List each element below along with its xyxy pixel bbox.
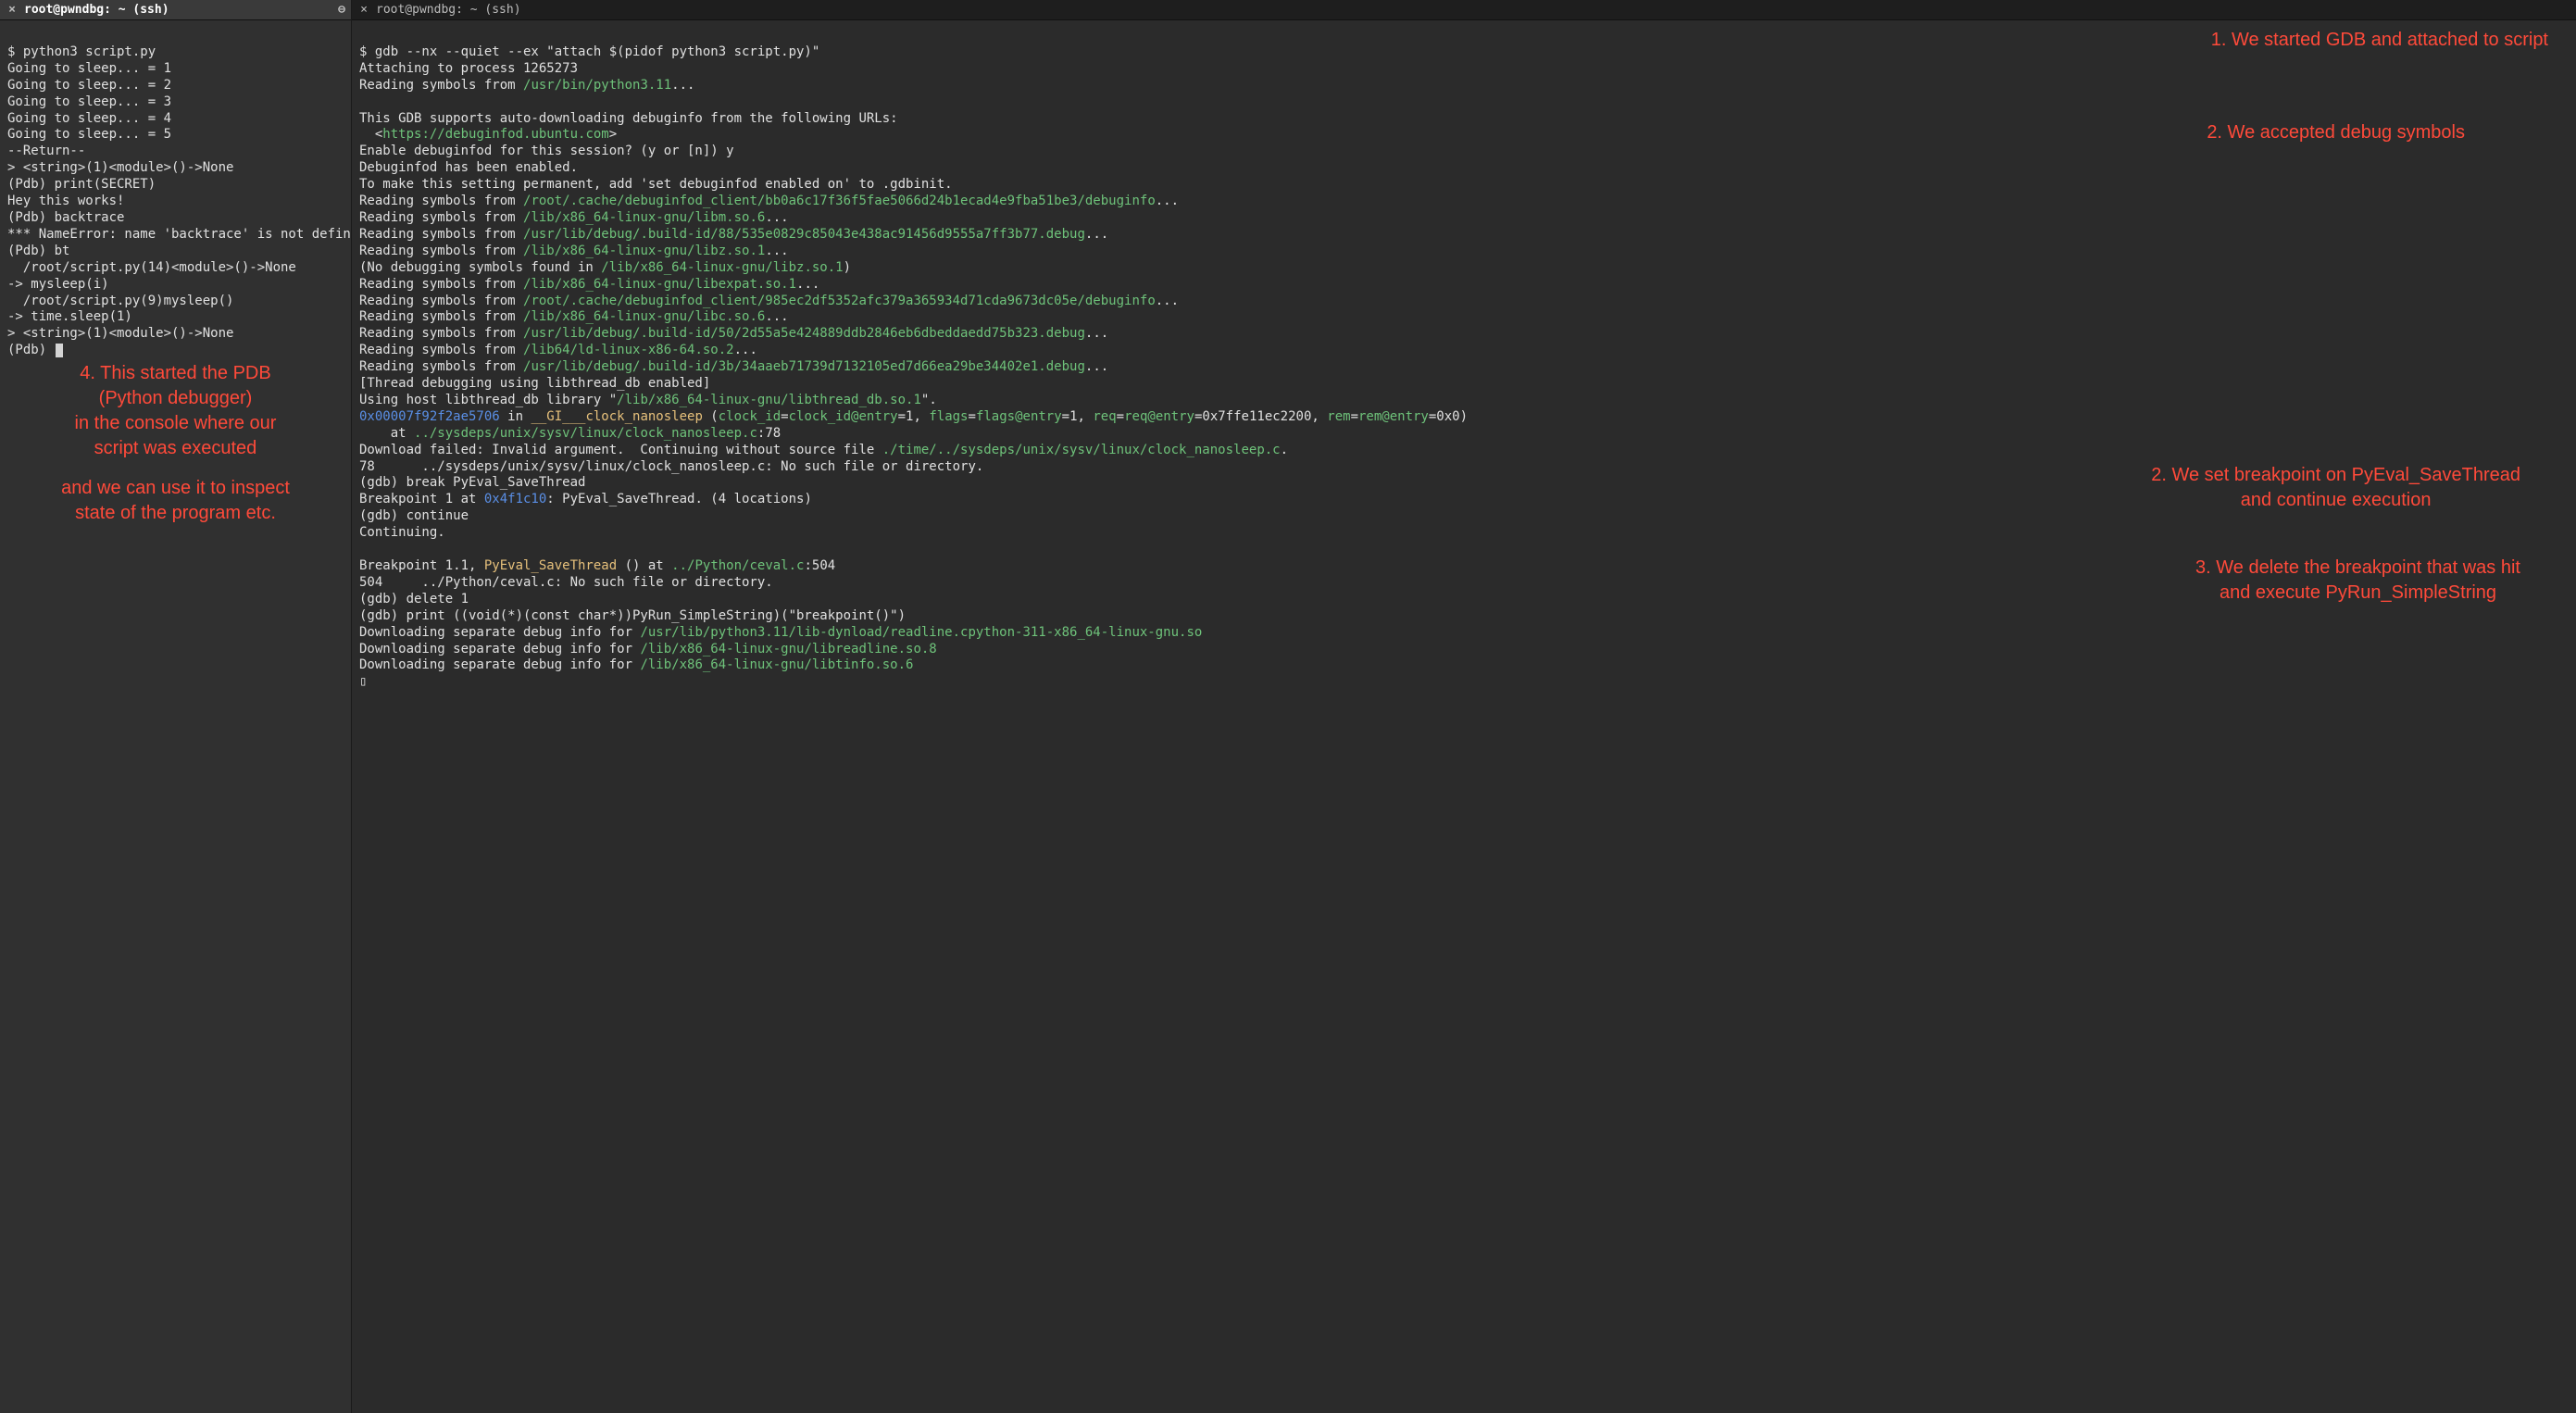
term-line: To make this setting permanent, add 'set… (359, 177, 953, 192)
term-line: Reading symbols from /lib/x86_64-linux-g… (359, 277, 819, 292)
close-icon[interactable]: × (6, 3, 19, 17)
term-line: (Pdb) print(SECRET) (7, 177, 156, 192)
workspace: × root@pwndbg: ~ (ssh) ⊖ $ python3 scrip… (0, 0, 2576, 1413)
term-line: Attaching to process 1265273 (359, 61, 578, 76)
term-line: Going to sleep... = 1 (7, 61, 171, 76)
term-line: > <string>(1)<module>()->None (7, 160, 233, 175)
term-line: Going to sleep... = 4 (7, 111, 171, 126)
term-line: Reading symbols from /usr/bin/python3.11… (359, 78, 694, 93)
right-terminal[interactable]: $ gdb --nx --quiet --ex "attach $(pidof … (352, 20, 2576, 707)
tab-title: root@pwndbg: ~ (ssh) (24, 3, 331, 17)
term-line: Reading symbols from /usr/lib/debug/.bui… (359, 227, 1108, 242)
term-line: This GDB supports auto-downloading debug… (359, 111, 898, 126)
term-line: Reading symbols from /lib/x86_64-linux-g… (359, 210, 789, 225)
term-line: Reading symbols from /usr/lib/debug/.bui… (359, 326, 1108, 341)
left-pane: × root@pwndbg: ~ (ssh) ⊖ $ python3 scrip… (0, 0, 352, 1413)
left-terminal[interactable]: $ python3 script.py Going to sleep... = … (0, 20, 351, 376)
term-line: (Pdb) backtrace (7, 210, 124, 225)
term-line: Going to sleep... = 2 (7, 78, 171, 93)
term-line: (gdb) delete 1 (359, 592, 469, 606)
term-line: (gdb) continue (359, 508, 469, 523)
term-line: Using host libthread_db library "/lib/x8… (359, 393, 937, 407)
term-line: $ gdb --nx --quiet --ex "attach $(pidof … (359, 44, 819, 59)
term-line: (No debugging symbols found in /lib/x86_… (359, 260, 851, 275)
left-tab[interactable]: × root@pwndbg: ~ (ssh) ⊖ (0, 0, 351, 20)
term-line: /root/script.py(14)<module>()->None (7, 260, 296, 275)
term-line: [Thread debugging using libthread_db ena… (359, 376, 710, 391)
term-line: Going to sleep... = 3 (7, 94, 171, 109)
term-line: Reading symbols from /usr/lib/debug/.bui… (359, 359, 1108, 374)
term-line: at ../sysdeps/unix/sysv/linux/clock_nano… (359, 426, 781, 441)
term-line: (Pdb) bt (7, 244, 69, 258)
term-line: Reading symbols from /root/.cache/debugi… (359, 194, 1179, 208)
term-line: (gdb) break PyEval_SaveThread (359, 475, 585, 490)
term-line: 504 ../Python/ceval.c: No such file or d… (359, 575, 773, 590)
term-line: Going to sleep... = 5 (7, 127, 171, 142)
term-line: ▯ (359, 674, 367, 689)
term-line: Reading symbols from /lib/x86_64-linux-g… (359, 244, 789, 258)
term-line: Downloading separate debug info for /usr… (359, 625, 1202, 640)
term-line: (Pdb) (7, 343, 55, 357)
right-tab[interactable]: × root@pwndbg: ~ (ssh) (352, 0, 2576, 20)
term-line: 0x00007f92f2ae5706 in __GI___clock_nanos… (359, 409, 1468, 424)
term-line: (gdb) print ((void(*)(const char*))PyRun… (359, 608, 906, 623)
term-line: --Return-- (7, 144, 85, 158)
annotation-4: 4. This started the PDB (Python debugger… (0, 361, 351, 526)
term-line: 78 ../sysdeps/unix/sysv/linux/clock_nano… (359, 459, 983, 474)
pane-menu-icon[interactable]: ⊖ (331, 3, 345, 17)
right-pane: × root@pwndbg: ~ (ssh) $ gdb --nx --quie… (352, 0, 2576, 1413)
term-line: Download failed: Invalid argument. Conti… (359, 443, 1288, 457)
term-line: /root/script.py(9)mysleep() (7, 294, 233, 308)
term-line: Reading symbols from /lib/x86_64-linux-g… (359, 309, 789, 324)
tab-title: root@pwndbg: ~ (ssh) (376, 3, 2570, 17)
term-line: Enable debuginfod for this session? (y o… (359, 144, 734, 158)
term-line: Continuing. (359, 525, 445, 540)
term-line: Hey this works! (7, 194, 124, 208)
term-line: Downloading separate debug info for /lib… (359, 642, 937, 656)
close-icon[interactable]: × (357, 3, 370, 17)
term-line: Debuginfod has been enabled. (359, 160, 578, 175)
term-line: <https://debuginfod.ubuntu.com> (359, 127, 617, 142)
term-line: Breakpoint 1.1, PyEval_SaveThread () at … (359, 558, 835, 573)
term-line: -> mysleep(i) (7, 277, 109, 292)
term-line: Reading symbols from /root/.cache/debugi… (359, 294, 1179, 308)
term-line: -> time.sleep(1) (7, 309, 132, 324)
term-line: $ python3 script.py (7, 44, 156, 59)
cursor-icon (56, 344, 63, 357)
term-line: Reading symbols from /lib64/ld-linux-x86… (359, 343, 757, 357)
term-line: > <string>(1)<module>()->None (7, 326, 233, 341)
term-line: Downloading separate debug info for /lib… (359, 657, 913, 672)
term-line: *** NameError: name 'backtrace' is not d… (7, 227, 351, 242)
term-line: Breakpoint 1 at 0x4f1c10: PyEval_SaveThr… (359, 492, 812, 506)
